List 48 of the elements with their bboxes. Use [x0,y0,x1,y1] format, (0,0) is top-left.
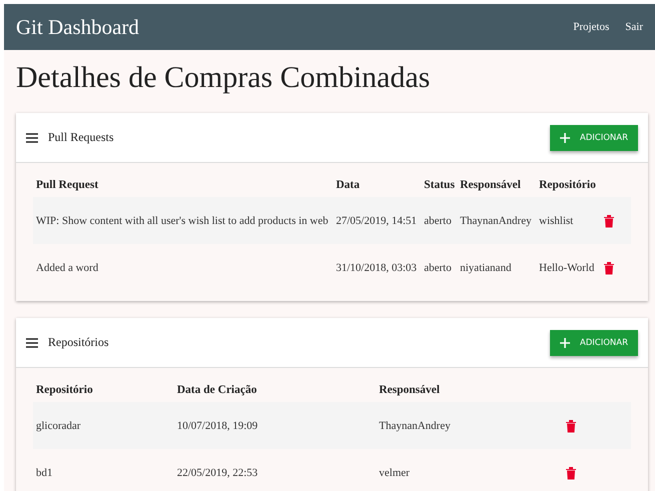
add-button[interactable]: ADICIONAR [550,124,638,150]
column-header: Repositório [36,384,94,396]
table-cell-text: Added a word [36,262,100,274]
nav-link[interactable]: Projetos [573,21,610,33]
column-header: Data de Criação [177,384,258,396]
delete-button[interactable] [565,418,577,432]
trash-icon [603,214,615,228]
add-button[interactable]: ADICIONAR [550,330,638,356]
trash-icon [565,466,577,480]
column-header: Responsável [379,384,441,396]
page-title: Detalhes de Compras Combinadas [16,60,432,96]
column-header: Repositório [539,179,597,191]
trash-icon [603,260,615,274]
table-cell-text: 31/10/2018, 03:03 [336,262,418,274]
card-title: Pull Requests [48,130,115,145]
table-cell-text: velmer [379,466,411,478]
table-cell-text: niyatianand [460,262,512,274]
table-cell-text: ThaynanAndrey [460,214,532,226]
table-cell-text: Hello-World [539,262,596,274]
delete-button[interactable] [565,466,577,480]
plus-icon [560,338,570,348]
column-header: Pull Request [36,179,100,191]
table-cell-text: aberto [424,262,452,274]
table-row[interactable]: glicoradar 10/07/2018, 19:09 ThaynanAndrey [33,402,631,449]
table-cell-text: bd1 [36,466,54,478]
column-header: Status [424,179,456,191]
table-row[interactable]: bd1 22/05/2019, 22:53 velmer [33,449,631,491]
table-row[interactable]: WIP: Show content with all user's wish list to add products in web 27/05/2019, 14:51 aberto ThaynanAndrey wishlist [33,197,631,244]
table-cell-text: ThaynanAndrey [379,420,452,432]
app-title: Git Dashboard [16,14,140,40]
delete-button[interactable] [603,214,615,228]
table-cell-text: 10/07/2018, 19:09 [177,420,259,432]
card-title: Repositórios [48,335,110,350]
table-cell-text: 27/05/2019, 14:51 [336,214,418,226]
menu-icon[interactable] [26,338,38,348]
table-cell-text: WIP: Show content with all user's wish list to add products in web [36,214,330,226]
table-row[interactable]: Added a word 31/10/2018, 03:03 aberto niyatianand Hello-World [33,244,631,291]
column-header: Data [336,179,361,191]
delete-button[interactable] [603,260,615,274]
column-header: Responsável [460,179,522,191]
table-cell-text: aberto [424,214,452,226]
table-cell-text: glicoradar [36,420,82,432]
table-cell-text: 22/05/2019, 22:53 [177,466,259,478]
trash-icon [565,418,577,432]
nav-link[interactable]: Sair [625,21,643,33]
table-cell-text: wishlist [539,214,574,226]
plus-icon [560,132,570,142]
menu-icon[interactable] [26,132,38,142]
